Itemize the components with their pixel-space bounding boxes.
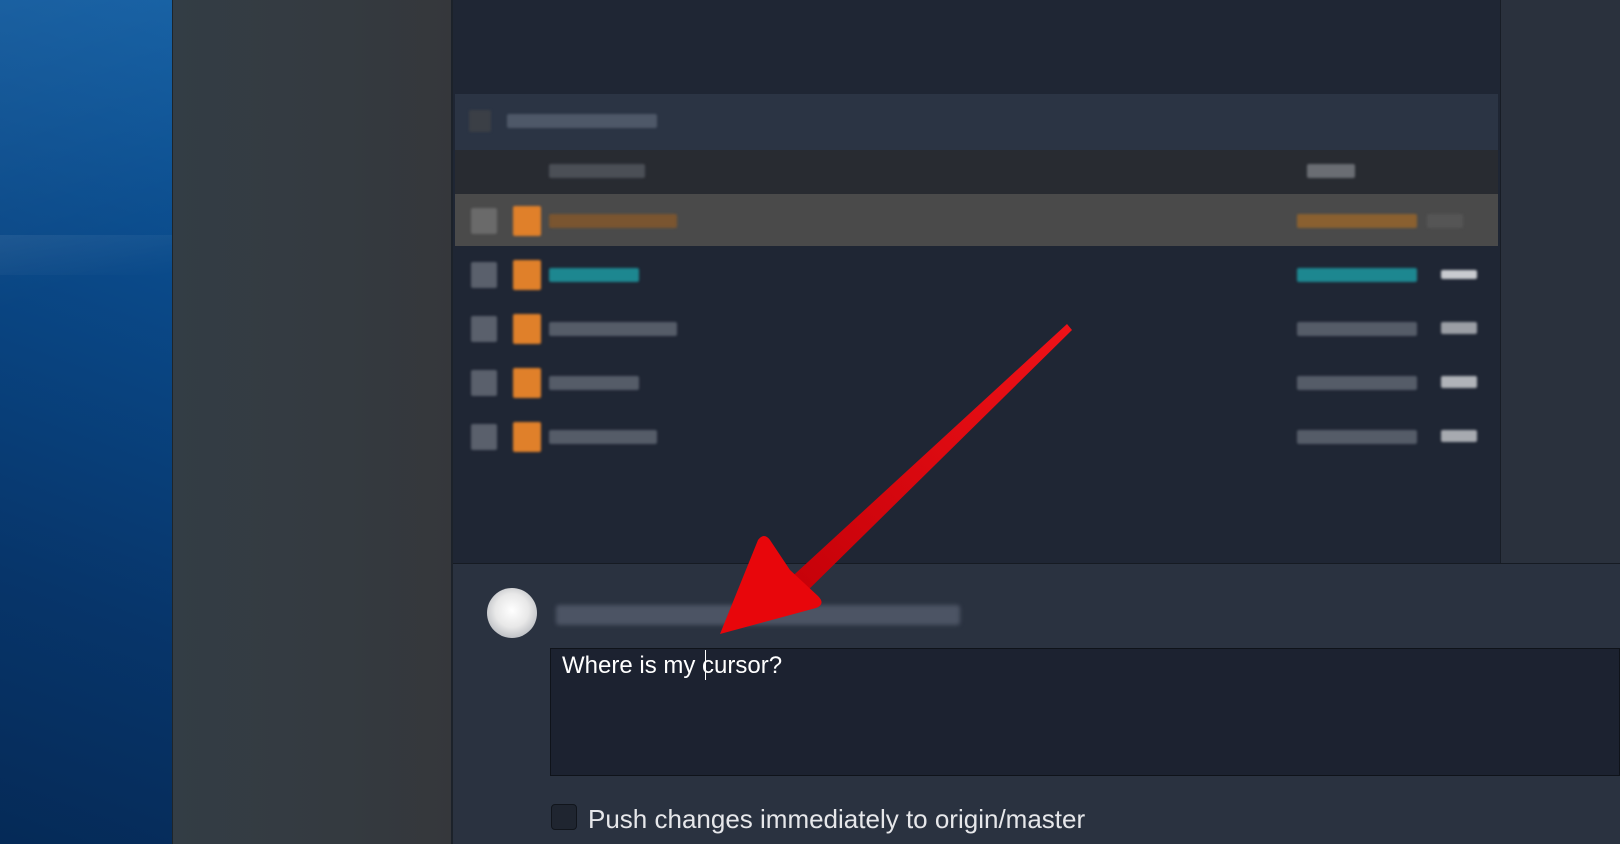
file-checkbox[interactable] bbox=[471, 424, 497, 450]
file-type-icon bbox=[513, 368, 541, 398]
group-toggle-icon[interactable] bbox=[469, 110, 491, 132]
commit-author bbox=[556, 605, 960, 625]
file-status bbox=[1441, 430, 1477, 442]
file-group-header[interactable] bbox=[455, 94, 1498, 150]
file-name bbox=[549, 430, 657, 444]
file-checkbox[interactable] bbox=[471, 316, 497, 342]
file-list-column-header bbox=[455, 150, 1498, 194]
column-header-name bbox=[549, 164, 645, 178]
desktop-wallpaper bbox=[0, 0, 172, 844]
file-path bbox=[1297, 268, 1417, 282]
file-type-icon bbox=[513, 260, 541, 290]
group-title bbox=[507, 114, 657, 128]
file-type-icon bbox=[513, 422, 541, 452]
file-row[interactable] bbox=[455, 194, 1498, 246]
file-row[interactable] bbox=[455, 302, 1498, 354]
file-row[interactable] bbox=[455, 356, 1498, 408]
file-path bbox=[1297, 430, 1417, 444]
file-row[interactable] bbox=[455, 248, 1498, 300]
file-checkbox[interactable] bbox=[471, 370, 497, 396]
push-checkbox-label[interactable]: Push changes immediately to origin/maste… bbox=[588, 804, 1085, 835]
file-name bbox=[549, 214, 677, 228]
column-header-status bbox=[1307, 164, 1355, 178]
push-checkbox[interactable] bbox=[551, 804, 577, 830]
file-row[interactable] bbox=[455, 410, 1498, 462]
file-status bbox=[1441, 376, 1477, 388]
text-cursor bbox=[705, 650, 706, 680]
file-type-icon bbox=[513, 314, 541, 344]
file-name bbox=[549, 322, 677, 336]
file-type-icon bbox=[513, 206, 541, 236]
file-path bbox=[1297, 322, 1417, 336]
file-name bbox=[549, 268, 639, 282]
commit-message-text[interactable]: Where is my cursor? bbox=[562, 652, 782, 680]
file-status bbox=[1441, 270, 1477, 279]
file-path bbox=[1297, 376, 1417, 390]
file-path bbox=[1297, 214, 1417, 228]
repository-sidebar bbox=[172, 0, 453, 844]
right-panel bbox=[1500, 0, 1620, 563]
file-name bbox=[549, 376, 639, 390]
avatar bbox=[487, 588, 537, 638]
file-status bbox=[1441, 322, 1477, 334]
file-status bbox=[1427, 214, 1463, 228]
app-window: Where is my cursor? Push changes immedia… bbox=[0, 0, 1620, 844]
file-checkbox[interactable] bbox=[471, 208, 497, 234]
file-checkbox[interactable] bbox=[471, 262, 497, 288]
